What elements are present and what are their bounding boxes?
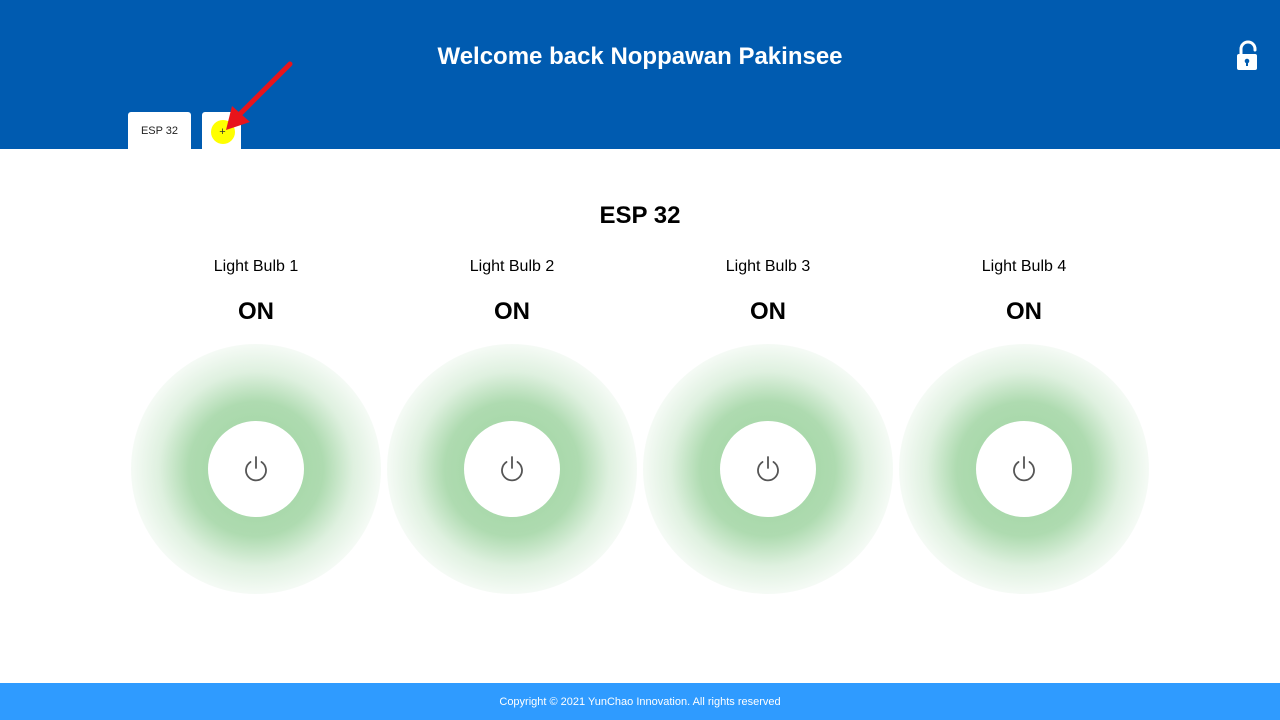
bulb-state: ON — [238, 298, 274, 325]
light-bulb-card: Light Bulb 4 ON — [896, 250, 1152, 610]
footer: Copyright © 2021 YunChao Innovation. All… — [0, 683, 1280, 720]
unlock-icon[interactable] — [1232, 40, 1264, 72]
add-tab-button[interactable]: + — [202, 112, 241, 149]
power-button[interactable] — [208, 421, 304, 517]
light-bulb-card: Light Bulb 3 ON — [640, 250, 896, 610]
bulb-state: ON — [494, 298, 530, 325]
bulb-label: Light Bulb 2 — [469, 258, 555, 275]
add-highlight: + — [210, 119, 235, 144]
welcome-title: Welcome back Noppawan Pakinsee — [437, 43, 843, 70]
power-button[interactable] — [464, 421, 560, 517]
bulb-state: ON — [1006, 298, 1042, 325]
tab-label: ESP 32 — [140, 124, 179, 137]
power-icon — [245, 456, 267, 482]
bulb-label: Light Bulb 4 — [981, 258, 1067, 275]
device-title: ESP 32 — [599, 202, 681, 229]
light-bulb-card: Light Bulb 1 ON — [128, 250, 384, 610]
power-button[interactable] — [720, 421, 816, 517]
power-icon — [757, 456, 779, 482]
bulb-label: Light Bulb 3 — [725, 258, 811, 275]
bulb-state: ON — [750, 298, 786, 325]
bulb-label: Light Bulb 1 — [213, 258, 299, 275]
copyright-text: Copyright © 2021 YunChao Innovation. All… — [499, 695, 781, 708]
light-bulb-card: Light Bulb 2 ON — [384, 250, 640, 610]
tab-esp32[interactable]: ESP 32 — [128, 112, 191, 149]
power-icon — [501, 456, 523, 482]
power-button[interactable] — [976, 421, 1072, 517]
plus-icon: + — [219, 125, 226, 138]
header: Welcome back Noppawan Pakinsee ESP 32 + — [0, 0, 1280, 149]
power-icon — [1013, 456, 1035, 482]
